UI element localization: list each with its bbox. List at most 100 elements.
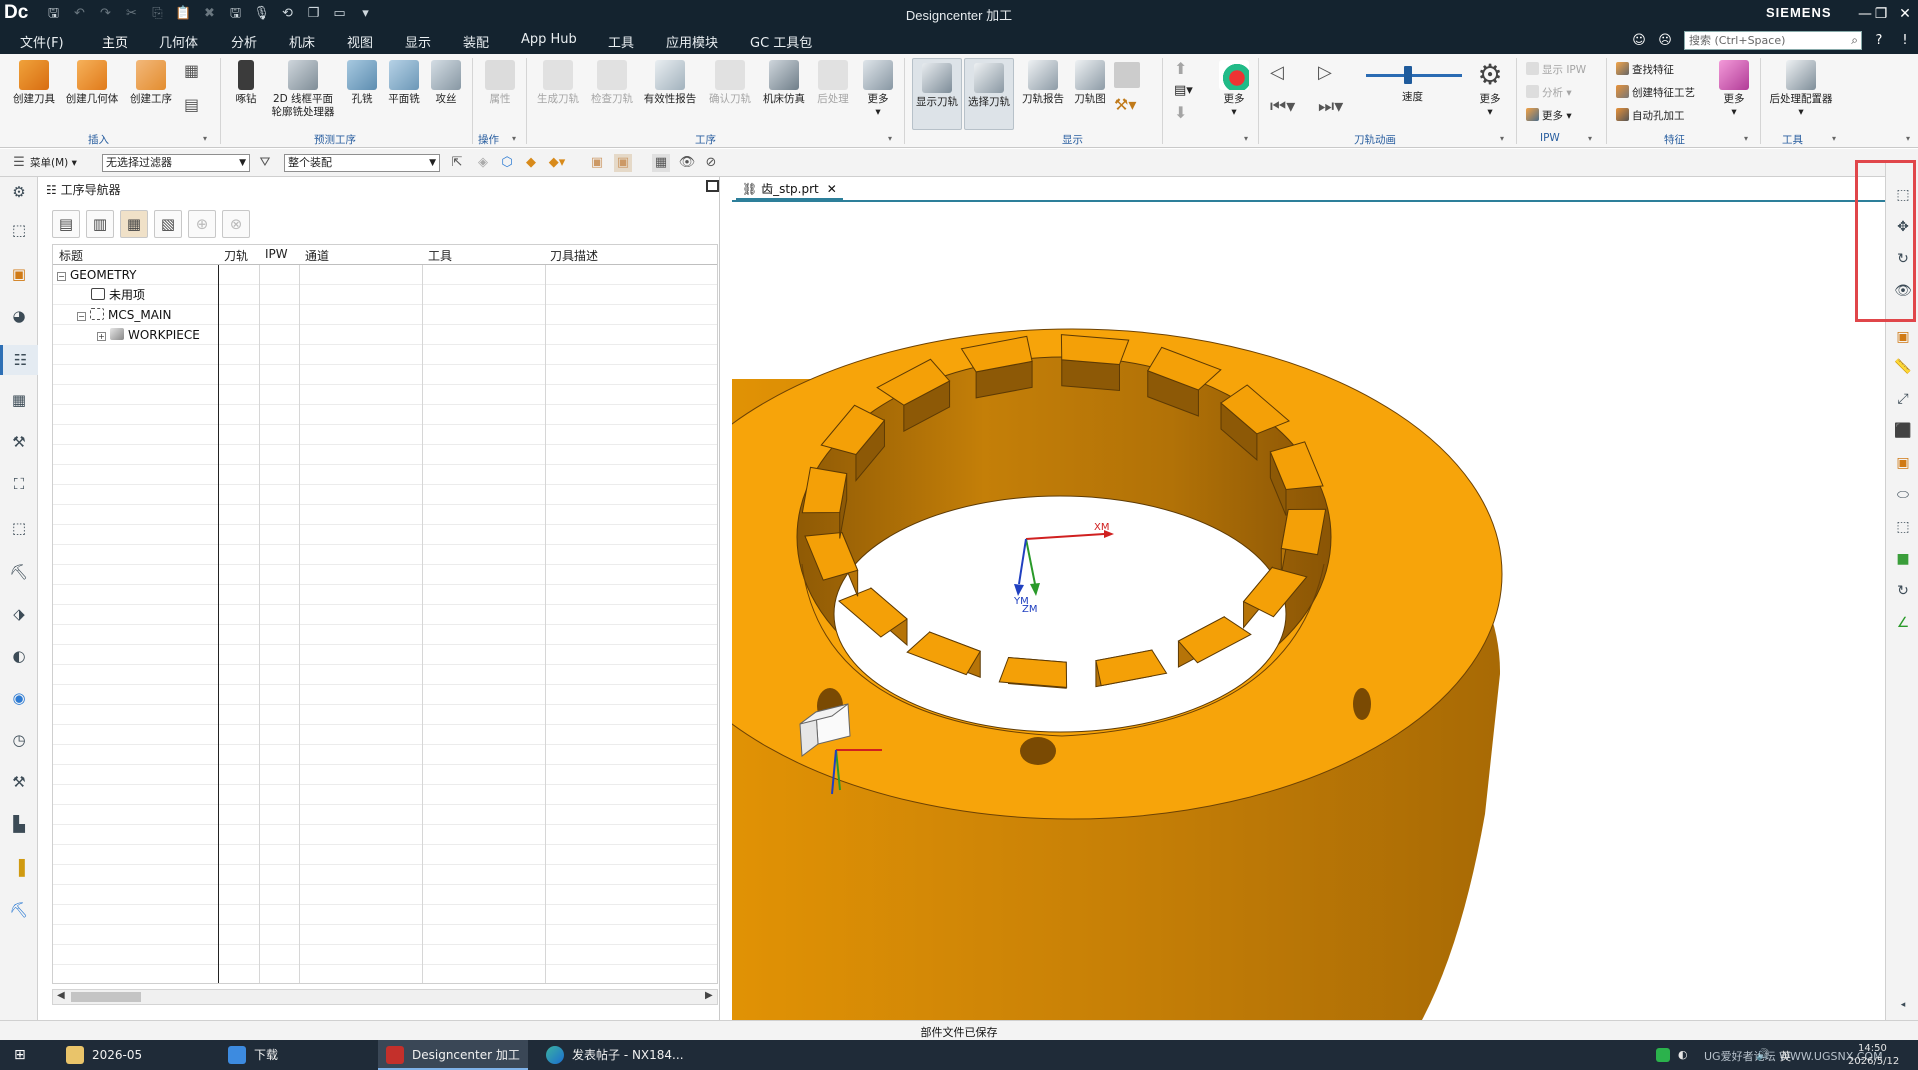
command-search-input[interactable]: 搜索 (Ctrl+Space) ⌕	[1684, 31, 1862, 50]
display-small-icon[interactable]	[1114, 62, 1140, 88]
cylinder-icon[interactable]: ⬭	[1892, 484, 1914, 506]
ipw-more-button[interactable]: 更多 ▾	[1526, 108, 1572, 123]
post-configurator-button[interactable]: 后处理配置器 ▾	[1766, 60, 1836, 119]
spot-drill-button[interactable]: 啄钻	[228, 60, 264, 106]
expand-toggle[interactable]: +	[97, 332, 106, 341]
machine-tool-icon[interactable]: ▣	[8, 263, 30, 285]
operation-navigator-icon[interactable]: ☷	[0, 345, 38, 375]
frown-feedback-icon[interactable]: ☹	[1656, 32, 1674, 50]
history-icon[interactable]: ◕	[8, 305, 30, 327]
palette-icon[interactable]: ▐	[8, 857, 30, 879]
select-cursor-icon[interactable]: ⇱	[448, 154, 466, 172]
tools-icon[interactable]: ⚒	[8, 771, 30, 793]
ipw-group-expand-icon[interactable]: ▾	[1588, 132, 1592, 146]
search-icon[interactable]: ⌕	[1851, 32, 1858, 49]
machine-simulation-button[interactable]: 机床仿真	[758, 60, 810, 106]
taskbar-item-downloads[interactable]: 下载	[220, 1040, 370, 1070]
scrollbar-thumb[interactable]	[71, 992, 141, 1002]
menu-display[interactable]: 显示	[405, 32, 431, 51]
menu-app-hub[interactable]: App Hub	[521, 32, 577, 47]
speaker-icon[interactable]: 🔊	[1756, 1048, 1770, 1061]
add-component-icon[interactable]: ▣	[1892, 326, 1914, 348]
tree-row[interactable]: 未用项	[91, 285, 145, 305]
gear-icon[interactable]: ⚙	[8, 181, 30, 203]
hamburger-icon[interactable]: ☰	[10, 154, 28, 172]
show-toolpath-button[interactable]: 显示刀轨	[912, 58, 962, 130]
create-feature-process-button[interactable]: 创建特征工艺	[1616, 85, 1695, 100]
select-toolpath-button[interactable]: 选择刀轨	[964, 58, 1014, 130]
create-tool-button[interactable]: 创建刀具	[10, 60, 58, 106]
shaded-icon[interactable]: ⬛	[1892, 420, 1914, 442]
wireframe-icon[interactable]: ⬚	[1892, 516, 1914, 538]
eye-icon[interactable]: 👁	[678, 154, 696, 172]
column-header-title[interactable]: 标题	[59, 247, 83, 264]
operations-group-expand-icon[interactable]: ▾	[512, 132, 516, 146]
tab-part-file[interactable]: ⛓ 齿_stp.prt ✕	[736, 180, 843, 200]
machining-feature-icon[interactable]: ⚒	[8, 431, 30, 453]
move-down-icon[interactable]: ⬇	[1174, 105, 1187, 121]
info-icon[interactable]: ◐	[8, 645, 30, 667]
windows-start-icon[interactable]: ⊞	[14, 1047, 30, 1063]
show-ipw-button[interactable]: 显示 IPW	[1526, 62, 1586, 77]
taskbar-clock[interactable]: 14:50	[1858, 1043, 1887, 1054]
taskbar-item-folder[interactable]: 2026-05	[58, 1040, 208, 1070]
animation-group-expand-icon[interactable]: ▾	[1500, 132, 1504, 146]
taskbar-item-designcenter[interactable]: Designcenter 加工	[378, 1040, 528, 1070]
selection-filter-dropdown[interactable]: 无选择过滤器 ▼	[102, 154, 250, 172]
menu-dropdown[interactable]: 菜单(M) ▾	[30, 156, 77, 170]
feature-select-icon[interactable]: ◆	[522, 154, 540, 172]
triad-icon[interactable]: ∠	[1892, 612, 1914, 634]
mcs-icon[interactable]: ▦	[652, 154, 670, 172]
table-icon[interactable]: ▦	[8, 389, 30, 411]
ipw-analyze-button[interactable]: 分析 ▾	[1526, 85, 1572, 100]
animation-prev-icon[interactable]: ◁	[1270, 64, 1284, 82]
tapping-button[interactable]: 攻丝	[428, 60, 464, 106]
tree-row[interactable]: − MCS_MAIN	[77, 305, 171, 325]
display-more-button[interactable]: 更多 ▾	[1214, 60, 1254, 119]
insert-group-expand-icon[interactable]: ▾	[203, 132, 207, 146]
menu-file[interactable]: 文件(F)	[20, 32, 64, 51]
animation-play-icon[interactable]: ▷	[1318, 64, 1332, 82]
animation-first-icon[interactable]: ⏮▾	[1270, 98, 1295, 116]
smile-feedback-icon[interactable]: ☺	[1630, 32, 1648, 50]
speed-slider-thumb[interactable]	[1404, 66, 1412, 84]
menu-application[interactable]: 应用模块	[666, 32, 718, 51]
filter-icon[interactable]: ⛛	[256, 154, 274, 172]
face-mill-button[interactable]: 平面铣	[382, 60, 426, 106]
web-browser-icon[interactable]: ◉	[8, 687, 30, 709]
feature-navigator-icon[interactable]: ⛶	[8, 473, 30, 495]
column-header-toolpath[interactable]: 刀轨	[224, 247, 248, 264]
hole-mill-button[interactable]: 孔铣	[344, 60, 380, 106]
auto-hole-button[interactable]: 自动孔加工	[1616, 108, 1685, 123]
generate-toolpath-button[interactable]: 生成刀轨	[532, 60, 584, 106]
column-header-tool-description[interactable]: 刀具描述	[550, 247, 598, 264]
tray-icon[interactable]: ◐	[1678, 1048, 1688, 1061]
menu-analysis[interactable]: 分析	[231, 32, 257, 51]
program-view-icon[interactable]: ▤	[52, 210, 80, 238]
ribbon-options-icon[interactable]: ▾	[1906, 132, 1910, 146]
tools-group-expand-icon[interactable]: ▾	[1832, 132, 1836, 146]
animation-more-button[interactable]: ⚙ 更多 ▾	[1470, 60, 1510, 119]
polygon-select-icon[interactable]: ⬡	[498, 154, 516, 172]
insert-small-icon-2[interactable]: ▤	[184, 97, 199, 113]
confirm-toolpath-button[interactable]: 确认刀轨	[704, 60, 756, 106]
tool-view-icon[interactable]: ▥	[86, 210, 114, 238]
method-view-icon[interactable]: ▧	[154, 210, 182, 238]
verify-toolpath-button[interactable]: 检查刀轨	[586, 60, 638, 106]
remove-item-icon[interactable]: ⊗	[222, 210, 250, 238]
toolpath-report-button[interactable]: 刀轨报告	[1018, 60, 1068, 106]
toolpath-graph-button[interactable]: 刀轨图	[1070, 60, 1110, 106]
alert-icon[interactable]: !	[1896, 32, 1914, 50]
menu-machine[interactable]: 机床	[289, 32, 315, 51]
add-item-icon[interactable]: ⊕	[188, 210, 216, 238]
process-more-button[interactable]: 更多 ▾	[858, 60, 898, 119]
clock-icon[interactable]: ◷	[8, 729, 30, 751]
body-select-icon[interactable]: ◆▾	[548, 154, 566, 172]
taskbar-item-browser[interactable]: 发表帖子 - NX184...	[538, 1040, 688, 1070]
menu-gc-toolkit[interactable]: GC 工具包	[750, 32, 812, 51]
display-tool-icon[interactable]: ⚒▾	[1114, 97, 1136, 113]
list-icon[interactable]: ▤▾	[1174, 84, 1193, 98]
taskbar-date[interactable]: 2026/5/12	[1848, 1056, 1899, 1067]
process-group-expand-icon[interactable]: ▾	[888, 132, 892, 146]
wechat-tray-icon[interactable]	[1656, 1048, 1670, 1062]
